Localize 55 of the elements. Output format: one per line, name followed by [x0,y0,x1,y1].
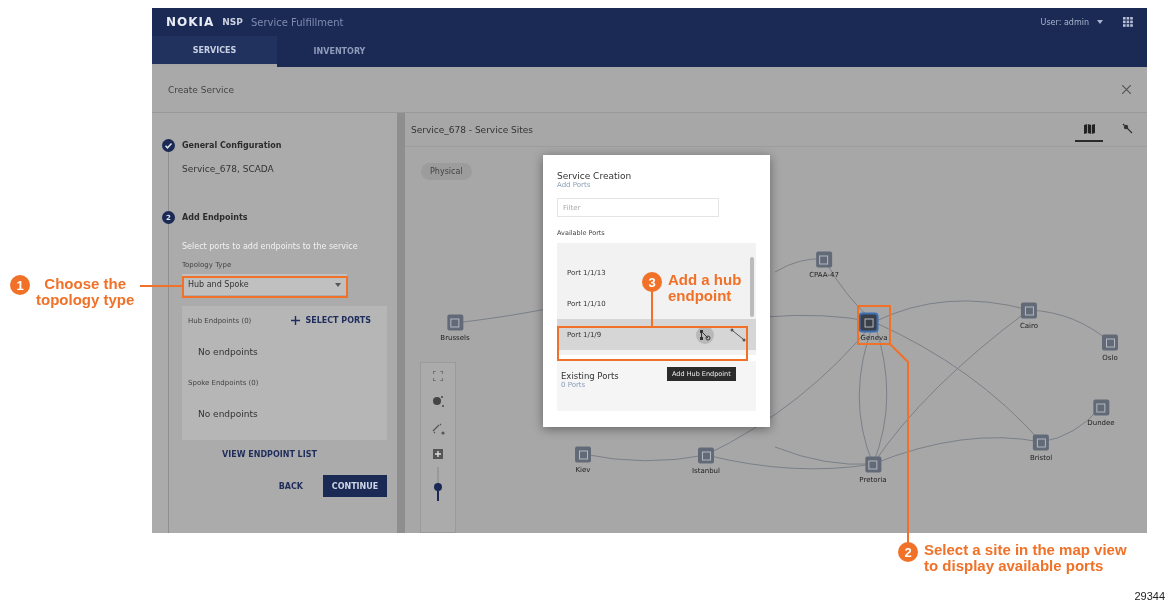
view-chip[interactable]: Physical [421,163,472,180]
step-summary: Service_678, SCADA [182,164,275,176]
step-hint: Select ports to add endpoints to the service [182,242,359,251]
add-node-icon[interactable] [431,395,445,408]
add-link-icon[interactable] [431,422,445,435]
dialog-title: Service Creation [557,171,633,181]
site-node-icon[interactable] [1102,334,1118,351]
add-hub-endpoint-icon[interactable] [696,325,714,344]
product-name: NSP [222,17,243,27]
fit-screen-icon[interactable] [433,371,443,381]
section-title: Existing Ports [561,371,619,381]
continue-button[interactable]: CONTINUE [323,475,387,497]
user-menu[interactable]: User: admin [1040,17,1089,27]
back-button[interactable]: BACK [278,481,303,491]
site-node-icon[interactable] [865,456,881,473]
callout-number: 1 [10,275,30,295]
callout-text: Select a site in the map view to display available ports [924,542,1127,574]
leader-line [651,290,653,326]
figure-number: 29344 [1134,590,1165,602]
plus-icon [291,316,301,325]
page-title: Create Service [168,84,235,95]
brand-logo: NOKIA [166,15,215,29]
site-node-icon[interactable] [1093,399,1109,416]
select-ports-button[interactable]: SELECT PORTS [291,316,371,325]
leader-line [140,285,182,287]
nav-tab[interactable]: INVENTORY [277,36,402,67]
site-node-icon[interactable] [1021,302,1037,319]
site-node-icon[interactable] [816,251,832,268]
pin-link-icon [1121,123,1133,134]
site-node-icon[interactable] [1033,434,1049,451]
view-endpoint-list-link[interactable]: VIEW ENDPOINT LIST [222,450,317,459]
empty-message: No endpoints [198,347,259,357]
highlight-frame [857,305,891,345]
site-node-icon[interactable] [698,447,714,464]
app-name: Service Fulfillment [250,16,344,28]
zoom-in-icon[interactable] [433,449,443,459]
caret-icon[interactable] [1097,20,1103,24]
empty-message: No endpoints [198,409,259,419]
callout-text: Add a hub endpoint [668,272,742,304]
app-grid-icon[interactable] [1123,17,1133,27]
site-node-icon[interactable] [447,314,463,331]
site-node-icon[interactable] [861,314,877,331]
map-icon [1083,123,1095,134]
map-title: Service_678 - Service Sites [411,124,534,135]
close-icon[interactable] [1122,85,1131,94]
step-title: General Configuration [182,141,282,150]
zoom-slider-icon[interactable] [433,467,443,501]
nav-tab[interactable]: SERVICES [152,36,277,67]
site-node-icon[interactable] [575,446,591,463]
check-icon [162,139,175,152]
caret-icon [335,282,341,287]
step-title: Add Endpoints [182,213,248,222]
callout-number: 2 [898,542,918,562]
link-icon[interactable] [730,327,746,342]
callout-text: Choose the topology type [36,276,135,308]
